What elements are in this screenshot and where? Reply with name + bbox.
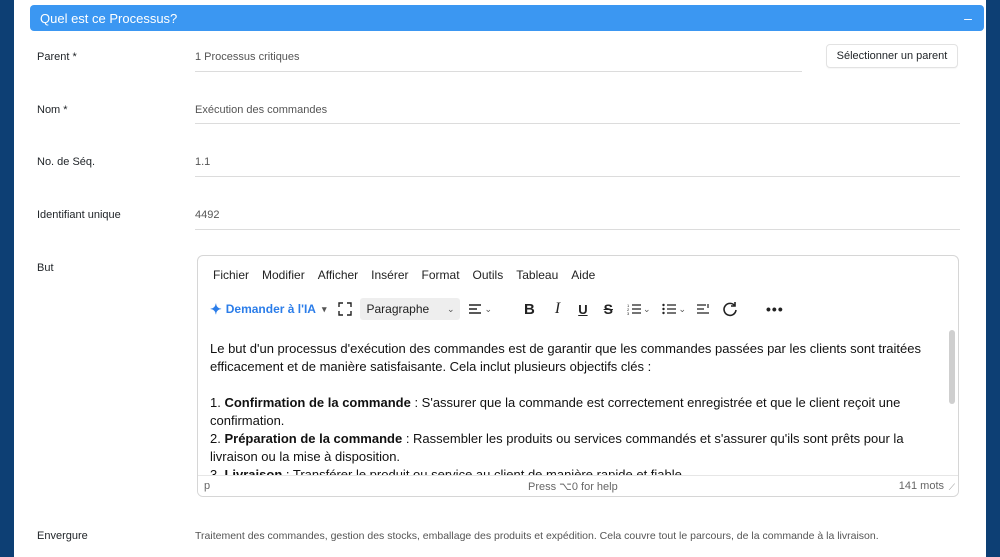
resize-handle-icon[interactable]: ⟋ <box>949 482 955 493</box>
underline-icon[interactable]: U <box>578 302 587 317</box>
menu-modifier[interactable]: Modifier <box>262 268 305 282</box>
parent-underline <box>195 71 802 72</box>
editor-content[interactable]: Le but d'un processus d'exécution des co… <box>210 340 922 484</box>
editor-menubar: Fichier Modifier Afficher Insérer Format… <box>213 268 608 282</box>
menu-format[interactable]: Format <box>422 268 460 282</box>
content-intro: Le but d'un processus d'exécution des co… <box>210 341 921 374</box>
chevron-down-icon: ⌄ <box>446 303 455 314</box>
envergure-label: Envergure <box>37 530 88 542</box>
nom-input[interactable]: Exécution des commandes <box>195 104 327 116</box>
id-label: Identifiant unique <box>37 209 121 221</box>
select-parent-button[interactable]: Sélectionner un parent <box>826 44 958 68</box>
sparkle-icon: ✦ <box>210 300 222 317</box>
bullet-list-icon[interactable] <box>662 303 677 315</box>
list-item-title: Préparation de la commande <box>224 431 403 446</box>
refresh-icon[interactable] <box>722 301 738 317</box>
align-left-icon[interactable] <box>468 303 482 315</box>
element-path[interactable]: p <box>204 480 210 492</box>
chevron-down-icon[interactable]: ⌄ <box>678 304 686 315</box>
menu-inserer[interactable]: Insérer <box>371 268 408 282</box>
fullscreen-icon[interactable] <box>338 302 353 316</box>
svg-text:3: 3 <box>627 311 630 315</box>
word-count[interactable]: 141 mots <box>899 480 944 492</box>
nom-label: Nom * <box>37 104 68 116</box>
paragraph-select-label: Paragraphe <box>366 302 430 316</box>
line-height-icon[interactable] <box>696 303 710 315</box>
editor-scrollbar[interactable] <box>949 330 955 404</box>
menu-fichier[interactable]: Fichier <box>213 268 249 282</box>
list-item: 1. Confirmation de la commande : S'assur… <box>210 394 922 430</box>
list-item-title: Confirmation de la commande <box>224 395 411 410</box>
bold-icon[interactable]: B <box>524 301 535 318</box>
paragraph-select[interactable]: Paragraphe ⌄ <box>360 298 461 320</box>
italic-icon[interactable]: I <box>555 300 560 318</box>
numbered-list-icon[interactable]: 123 <box>627 303 641 315</box>
menu-tableau[interactable]: Tableau <box>516 268 558 282</box>
list-item: 2. Préparation de la commande : Rassembl… <box>210 430 922 466</box>
ask-ai-label: Demander à l'IA <box>225 302 316 316</box>
ask-ai-button[interactable]: ✦ Demander à l'IA ▾ <box>210 301 326 318</box>
envergure-value[interactable]: Traitement des commandes, gestion des st… <box>195 530 879 542</box>
section-title: Quel est ce Processus? <box>40 10 178 26</box>
but-label: But <box>37 262 54 274</box>
id-underline <box>195 229 960 230</box>
id-value: 4492 <box>195 209 220 221</box>
list-item-number: 2. <box>210 431 225 446</box>
rich-text-editor[interactable]: Fichier Modifier Afficher Insérer Format… <box>197 255 959 497</box>
more-icon[interactable]: ••• <box>766 301 784 317</box>
parent-label: Parent * <box>37 51 77 63</box>
collapse-icon[interactable]: – <box>962 10 974 26</box>
strikethrough-icon[interactable]: S <box>604 301 613 317</box>
editor-toolbar: ✦ Demander à l'IA ▾ Paragraphe ⌄ ⌄ B I U… <box>210 296 946 322</box>
menu-outils[interactable]: Outils <box>473 268 504 282</box>
list-item-number: 1. <box>210 395 225 410</box>
menu-aide[interactable]: Aide <box>571 268 595 282</box>
seq-label: No. de Séq. <box>37 156 96 168</box>
seq-input[interactable]: 1.1 <box>195 156 210 168</box>
chevron-down-icon: ▾ <box>321 303 327 314</box>
seq-underline <box>195 176 960 177</box>
editor-statusbar: p Press ⌥0 for help 141 mots ⟋ <box>198 475 958 496</box>
help-hint: Press ⌥0 for help <box>528 481 618 493</box>
parent-value[interactable]: 1 Processus critiques <box>195 51 300 63</box>
menu-afficher[interactable]: Afficher <box>318 268 358 282</box>
chevron-down-icon[interactable]: ⌄ <box>643 304 651 315</box>
section-header[interactable]: Quel est ce Processus? – <box>30 5 984 31</box>
nom-underline <box>195 123 960 124</box>
chevron-down-icon[interactable]: ⌄ <box>484 304 492 315</box>
